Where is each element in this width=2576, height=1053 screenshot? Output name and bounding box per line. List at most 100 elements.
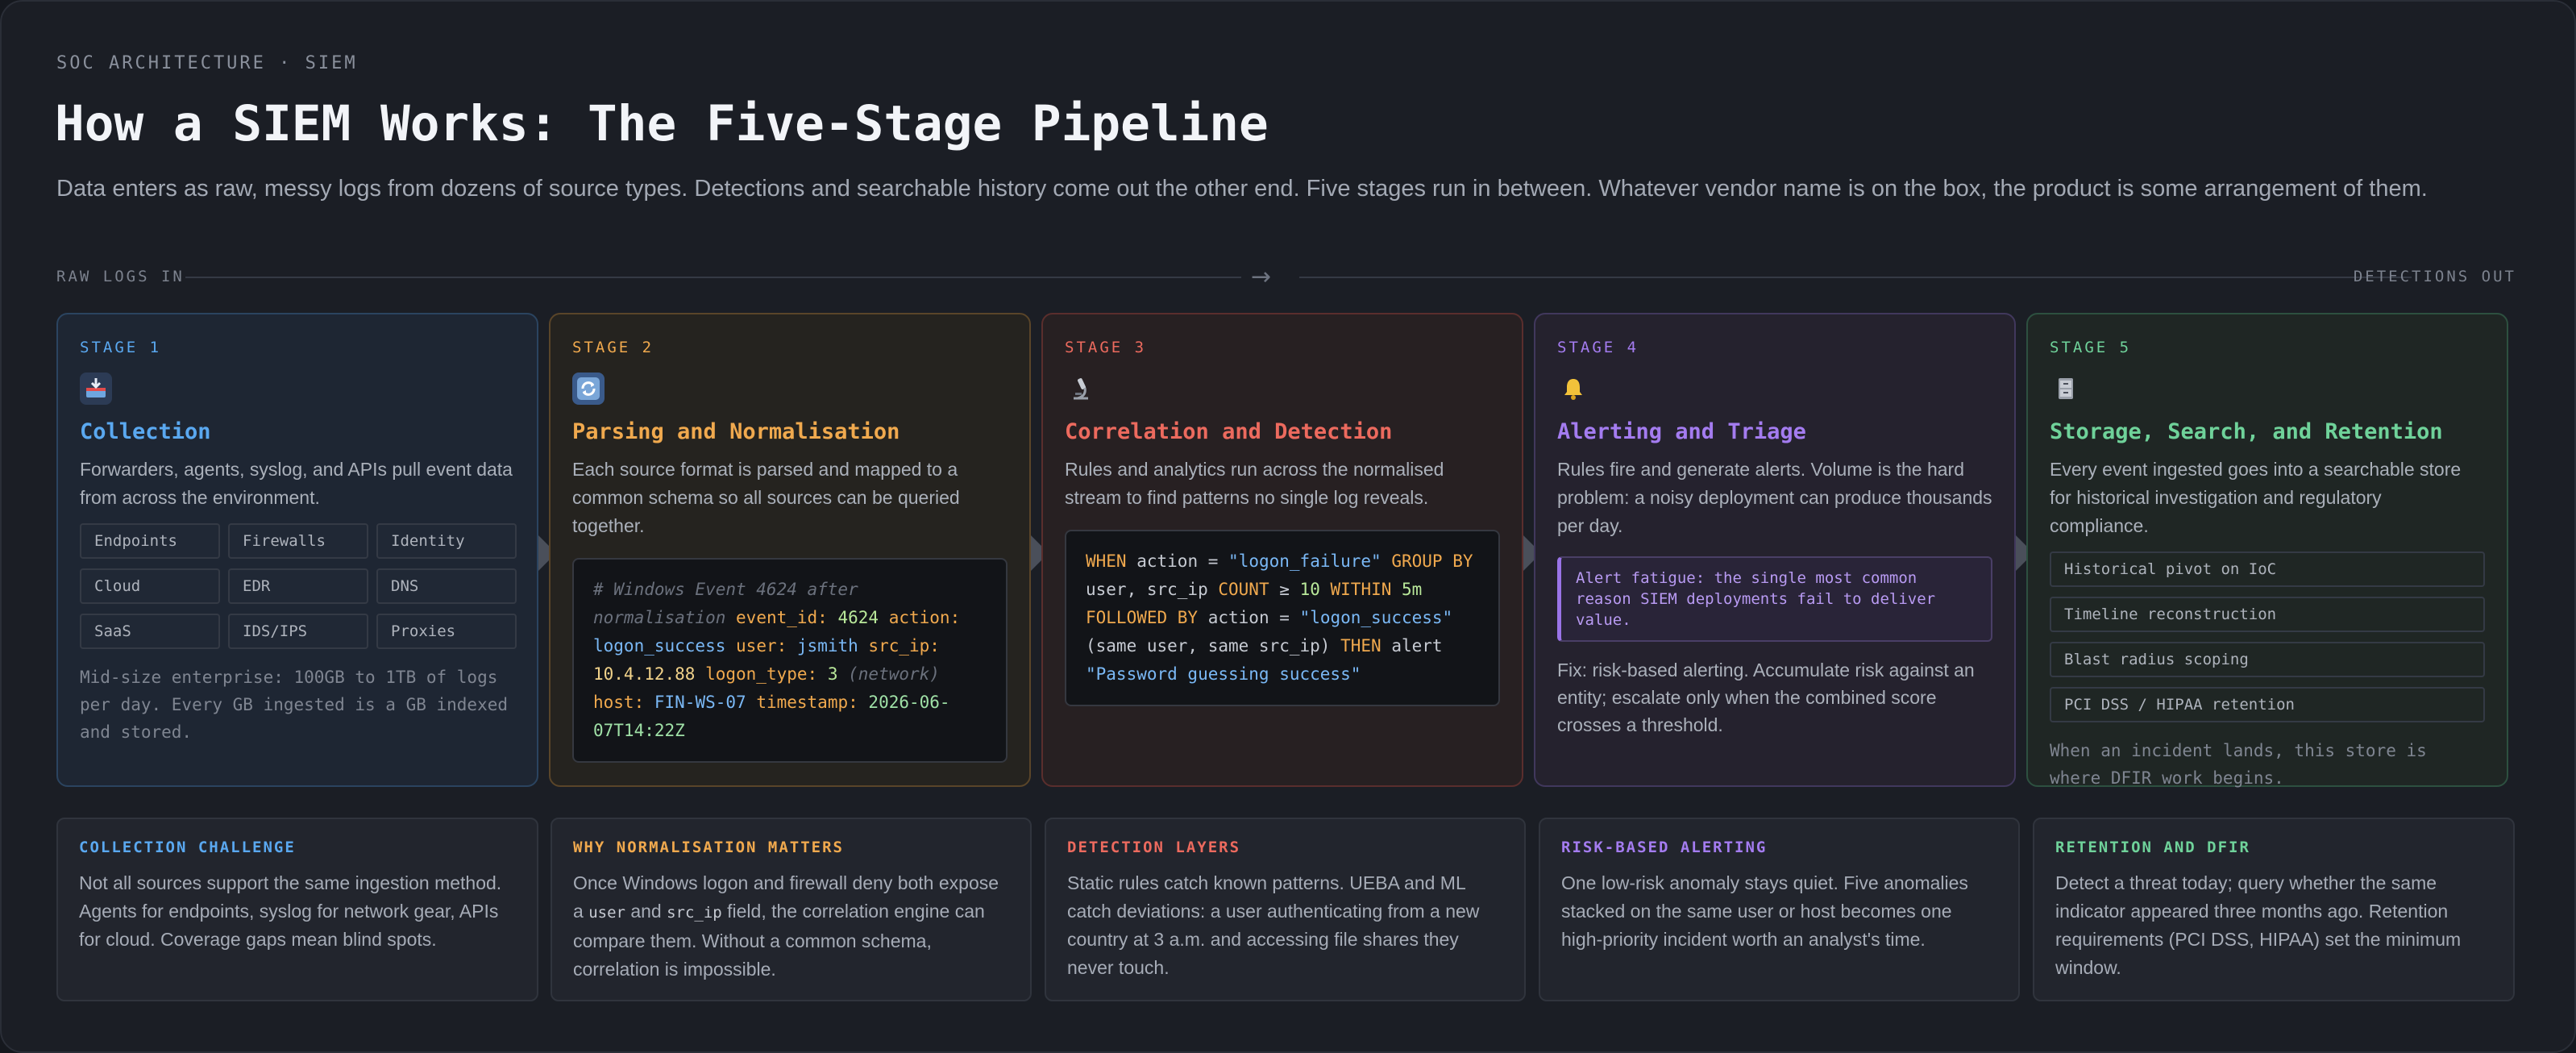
code-key: logon_type: [705,664,818,684]
stage-card-correlation: STAGE 3 Correlation and Detection Rules … [1041,313,1523,787]
flow-output-label: DETECTIONS OUT [2353,268,2516,285]
stage-description: Rules fire and generate alerts. Volume i… [1557,459,1992,536]
code-number: 5m [1402,580,1423,599]
alert-fatigue-callout: Alert fatigue: the single most common re… [1557,556,1992,642]
info-card-text: Not all sources support the same ingesti… [79,872,502,950]
code-keyword: GROUP BY [1391,551,1473,571]
info-card-title: RISK-BASED ALERTING [1561,839,1768,856]
code-keyword: FOLLOWED BY [1086,608,1199,627]
list-item: Timeline reconstruction [2050,597,2485,632]
stage-description: Each source format is parsed and mapped … [572,459,960,536]
code-text: alert [1391,636,1443,656]
stage-number: STAGE 4 [1557,339,1639,356]
info-card-title: RETENTION AND DFIR [2055,839,2250,856]
code-string: "logon_success" [1299,608,1453,627]
info-card-risk-based-alerting: RISK-BASED ALERTING One low-risk anomaly… [1539,818,2020,1001]
correlation-rule-code-block: WHEN action = "logon_failure" GROUP BY u… [1065,530,1500,706]
stage-description: Forwarders, agents, syslog, and APIs pul… [80,459,513,508]
stage-title: Correlation and Detection [1065,419,1393,444]
code-key: event_id: [736,608,828,627]
code-key: timestamp: [756,693,858,712]
source-tag-grid: Endpoints Firewalls Identity Cloud EDR D… [80,523,517,649]
code-value: 4624 [837,608,879,627]
stage-number: STAGE 3 [1065,339,1147,356]
stage-description: Every event ingested goes into a searcha… [2050,459,2462,536]
source-tag: Endpoints [80,523,220,559]
code-string: "logon_failure" [1228,551,1381,571]
code-text: action = [1207,608,1290,627]
code-value: 3 [827,664,838,684]
flow-line-left [185,277,1241,278]
source-tag: Proxies [376,614,517,649]
eyebrow: SOC ARCHITECTURE · SIEM [56,53,358,73]
stage-note: When an incident lands, this store is wh… [2050,741,2427,788]
code-text: (same user, same src_ip) [1086,636,1331,656]
list-item: Historical pivot on IoC [2050,551,2485,587]
stage-title: Parsing and Normalisation [572,419,900,444]
info-card-title: DETECTION LAYERS [1067,839,1241,856]
code-keyword: THEN [1340,636,1381,656]
code-number: 10 [1299,580,1320,599]
microscope-icon [1065,373,1097,405]
stage-card-collection: STAGE 1 Collection Forwarders, agents, s… [56,313,538,787]
code-text: user, src_ip [1086,580,1208,599]
info-card-title: COLLECTION CHALLENGE [79,839,296,856]
inbox-tray-icon [80,373,112,405]
code-text: action = [1136,551,1219,571]
inline-code: src_ip [667,904,722,922]
storage-use-list: Historical pivot on IoC Timeline reconst… [2050,551,2485,722]
inline-code: user [588,904,625,922]
stage-note: Mid-size enterprise: 100GB to 1TB of log… [80,668,509,742]
code-keyword: WHEN [1086,551,1127,571]
info-card-detection-layers: DETECTION LAYERS Static rules catch know… [1045,818,1526,1001]
info-card-text: Static rules catch known patterns. UEBA … [1067,872,1480,978]
source-tag: Firewalls [228,523,368,559]
source-tag: SaaS [80,614,220,649]
page-subtitle: Data enters as raw, messy logs from doze… [56,176,2428,202]
stage-number: STAGE 2 [572,339,654,356]
info-card-title: WHY NORMALISATION MATTERS [573,839,844,856]
flow-arrow-icon: → [1251,263,1272,291]
code-value: FIN-WS-07 [654,693,746,712]
list-item: Blast radius scoping [2050,642,2485,677]
pipeline-flow-bar: RAW LOGS IN → DETECTIONS OUT [56,263,2516,291]
bell-icon [1557,373,1589,405]
code-keyword: WITHIN [1330,580,1392,599]
stage-description: Rules and analytics run across the norma… [1065,459,1444,508]
code-text: ≥ [1279,580,1290,599]
source-tag: DNS [376,568,517,604]
normalised-event-code-block: # Windows Event 4624 after normalisation… [572,558,1008,763]
stage-card-alerting: STAGE 4 Alerting and Triage Rules fire a… [1534,313,2016,787]
info-card-text: Detect a threat today; query whether the… [2055,872,2462,978]
stage-title: Alerting and Triage [1557,419,1806,444]
flow-line-right [1299,277,2412,278]
stage-title: Storage, Search, and Retention [2050,419,2443,444]
refresh-icon [572,373,605,405]
stage-number: STAGE 5 [2050,339,2132,356]
flow-input-label: RAW LOGS IN [56,268,185,285]
info-card-collection-challenge: COLLECTION CHALLENGE Not all sources sup… [56,818,538,1001]
stage-card-storage: STAGE 5 Storage, Search, and Retention E… [2026,313,2508,788]
stage-card-parsing: STAGE 2 Parsing and Normalisation Each s… [549,313,1031,787]
stage-title: Collection [80,419,211,444]
code-value: logon_success [593,636,726,656]
info-card-text: One low-risk anomaly stays quiet. Five a… [1561,872,1968,950]
stage-fix-text: Fix: risk-based alerting. Accumulate ris… [1557,660,1975,735]
code-value: 10.4.12.88 [593,664,696,684]
file-cabinet-icon [2050,373,2082,405]
source-tag: EDR [228,568,368,604]
code-comment: (network) [848,664,940,684]
stage-number: STAGE 1 [80,339,162,356]
code-string: "Password guessing success" [1086,664,1361,684]
code-key: user: [736,636,787,656]
info-text-part: and [630,901,662,922]
info-card-text: Once Windows logon and firewall deny bot… [573,869,1009,984]
info-card-why-normalisation: WHY NORMALISATION MATTERS Once Windows l… [551,818,1032,1001]
source-tag: IDS/IPS [228,614,368,649]
code-key: src_ip: [868,636,940,656]
source-tag: Cloud [80,568,220,604]
code-key: action: [888,608,961,627]
info-card-retention-dfir: RETENTION AND DFIR Detect a threat today… [2033,818,2515,1001]
page-title: How a SIEM Works: The Five-Stage Pipelin… [55,95,1269,152]
code-key: host: [593,693,645,712]
